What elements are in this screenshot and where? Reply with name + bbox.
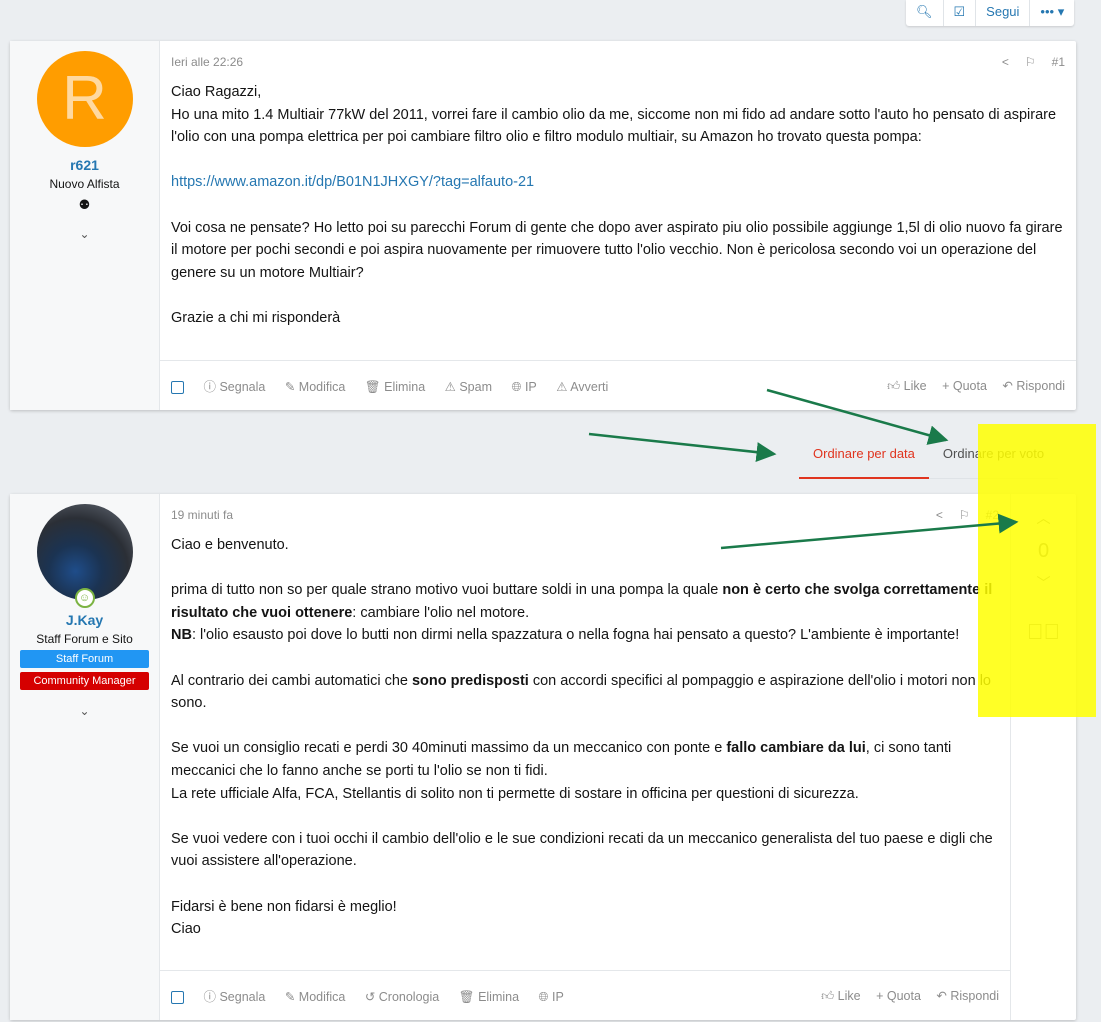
paragraph: Se vuoi vedere con i tuoi occhi il cambi…: [171, 830, 993, 870]
bookmark-icon[interactable]: ⚐: [1025, 55, 1036, 69]
amazon-link[interactable]: https://www.amazon.it/dp/B01N1JHXGY/?tag…: [171, 174, 534, 190]
share-icon[interactable]: <: [1002, 55, 1009, 69]
like-button[interactable]: 👍︎ Like: [821, 989, 860, 1003]
badge-staff-forum: Staff Forum: [20, 650, 149, 668]
post-time[interactable]: 19 minuti fa: [171, 508, 233, 522]
quote-button[interactable]: + Quota: [876, 989, 921, 1003]
history-button[interactable]: ↺ Cronologia: [365, 990, 439, 1004]
vote-panel: ︿ 0 ﹀ ✓⃝: [1010, 494, 1076, 1020]
ip-button[interactable]: 🌐︎ IP: [539, 990, 564, 1004]
text: Al contrario dei cambi automatici che: [171, 672, 412, 689]
badge-community-manager: Community Manager: [20, 672, 149, 690]
report-button[interactable]: ⓘ Segnala: [203, 990, 265, 1004]
delete-button[interactable]: 🗑︎ Elimina: [459, 990, 519, 1004]
reply-button[interactable]: ↶ Rispondi: [936, 989, 999, 1003]
paragraph: Se vuoi un consiglio recati e perdi 30 4…: [171, 737, 999, 782]
post-body: Ciao Ragazzi, Ho una mito 1.4 Multiair 7…: [160, 69, 1076, 330]
ip-button[interactable]: 🌐︎ IP: [511, 380, 536, 394]
sort-tabs: Ordinare per data Ordinare per voto: [799, 430, 1059, 479]
post-1: R r621 Nuovo Alfista ⚉ ⌄ Ieri alle 22:26…: [10, 41, 1076, 410]
more-button[interactable]: ••• ▾: [1029, 0, 1074, 26]
share-icon[interactable]: <: [936, 508, 943, 522]
user-panel: R r621 Nuovo Alfista ⚉ ⌄: [10, 41, 160, 410]
search-icon: 🔍︎: [916, 4, 933, 19]
username[interactable]: r621: [10, 157, 159, 173]
bookmark-icon[interactable]: ⚐: [959, 508, 970, 522]
solution-check-icon[interactable]: ✓⃝: [1011, 619, 1076, 645]
select-button[interactable]: ☑: [942, 0, 976, 26]
paragraph: Ho una mito 1.4 Multiair 77kW del 2011, …: [171, 106, 1057, 146]
edit-button[interactable]: ✎ Modifica: [285, 380, 346, 394]
bold-text: NB: [171, 627, 192, 644]
chevron-down-icon[interactable]: ⌄: [10, 704, 159, 718]
bold-text: fallo cambiare da lui: [726, 740, 866, 757]
like-button[interactable]: 👍︎ Like: [887, 379, 926, 393]
text: prima di tutto non so per quale strano m…: [171, 582, 723, 599]
tab-sort-by-vote[interactable]: Ordinare per voto: [928, 430, 1059, 479]
paragraph: Ciao Ragazzi,: [171, 84, 262, 100]
online-status-icon: ☺: [74, 588, 95, 608]
tab-sort-by-date[interactable]: Ordinare per data: [799, 430, 929, 479]
user-panel: ☺ J.Kay Staff Forum e Sito Staff Forum C…: [10, 494, 160, 1020]
post-number[interactable]: #1: [1052, 55, 1065, 69]
vote-score: 0: [1037, 540, 1050, 562]
select-checkbox[interactable]: [171, 991, 184, 1005]
quote-button[interactable]: + Quota: [942, 379, 987, 393]
username[interactable]: J.Kay: [10, 612, 159, 628]
search-button[interactable]: 🔍︎: [906, 0, 943, 26]
chevron-down-icon[interactable]: ⌄: [10, 227, 159, 241]
text: Se vuoi un consiglio recati e perdi 30 4…: [171, 740, 727, 757]
arrow: [588, 432, 777, 463]
downvote-icon[interactable]: ﹀: [1011, 573, 1076, 593]
edit-button[interactable]: ✎ Modifica: [285, 990, 346, 1004]
paragraph: Al contrario dei cambi automatici che so…: [171, 670, 999, 715]
text: : l'olio esausto poi dove lo butti non d…: [191, 627, 960, 644]
spam-button[interactable]: ⚠ Spam: [445, 380, 492, 394]
post-body: Ciao e benvenuto. prima di tutto non so …: [160, 522, 1010, 941]
user-status-icon: ⚉: [78, 197, 91, 212]
checkbox-icon: ☑: [953, 4, 966, 19]
avatar[interactable]: ☺: [36, 504, 133, 608]
paragraph: prima di tutto non so per quale strano m…: [171, 579, 999, 624]
reply-button[interactable]: ↶ Rispondi: [1002, 379, 1065, 393]
paragraph: Ciao: [171, 921, 201, 938]
user-title: Nuovo Alfista: [49, 177, 120, 191]
thread-toolbar: 🔍︎ ☑ Segui ••• ▾: [906, 0, 1075, 26]
upvote-icon[interactable]: ︿: [1011, 508, 1076, 528]
user-title: Staff Forum e Sito: [36, 632, 133, 646]
text: : cambiare l'olio nel motore.: [352, 604, 530, 621]
post-time[interactable]: Ieri alle 22:26: [171, 55, 243, 69]
paragraph: Grazie a chi mi risponderà: [171, 309, 341, 326]
select-checkbox[interactable]: [171, 381, 184, 395]
bold-text: sono predisposti: [411, 672, 529, 689]
paragraph: Voi cosa ne pensate? Ho letto poi su par…: [171, 219, 1063, 281]
follow-button[interactable]: Segui: [975, 0, 1029, 26]
delete-button[interactable]: 🗑︎ Elimina: [365, 380, 425, 394]
post-2: ☺ J.Kay Staff Forum e Sito Staff Forum C…: [10, 494, 1076, 1020]
paragraph: Fidarsi è bene non fidarsi è meglio!: [171, 898, 397, 915]
paragraph: Ciao e benvenuto.: [171, 537, 289, 553]
post-number[interactable]: #2: [986, 508, 999, 522]
paragraph: La rete ufficiale Alfa, FCA, Stellantis …: [171, 785, 859, 802]
paragraph: NB: l'olio esausto poi dove lo butti non…: [171, 624, 999, 647]
warn-button[interactable]: ⚠ Avverti: [556, 380, 608, 394]
report-button[interactable]: ⓘ Segnala: [203, 380, 265, 394]
avatar[interactable]: R: [36, 51, 133, 147]
